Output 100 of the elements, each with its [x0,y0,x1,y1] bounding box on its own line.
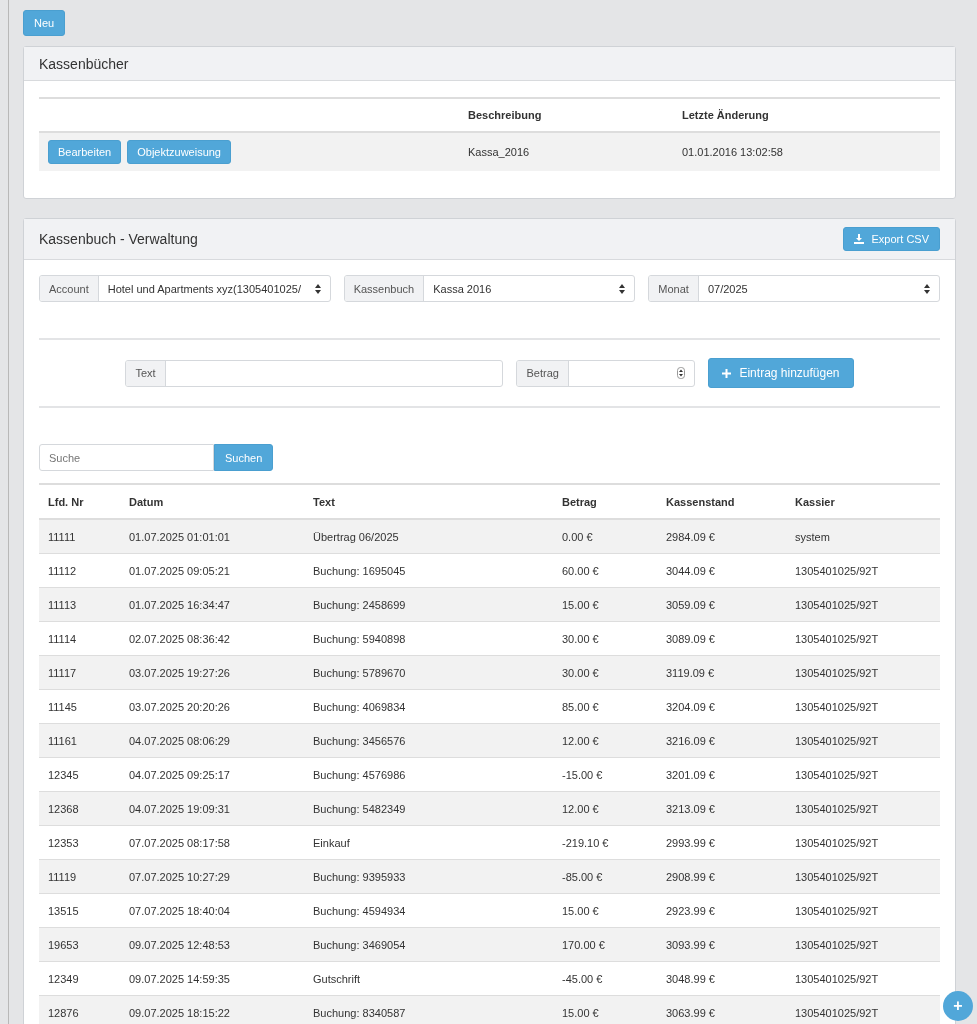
table-cell-text: 01.01.2016 13:02:58 [681,146,784,158]
table-cell-text: 04.07.2025 19:09:31 [128,802,231,815]
select-field[interactable]: Kassenbuch Kassa 2016 [343,275,636,302]
table-cell-text: 3044.09 € [665,564,716,577]
table-cell-text: 3216.09 € [665,734,716,747]
table-cell-text: 2993.99 € [665,836,716,849]
table-cell-text: 3063.99 € [665,1006,716,1019]
table-cell-text: 3089.09 € [665,632,716,645]
table-cell-text: 15.00 € [561,1006,600,1019]
table-cell-text: Buchung: 3456576 [312,734,407,747]
table-cell-text: 3048.99 € [665,972,716,985]
table-cell-text: Buchung: 5940898 [312,632,407,645]
table-cell-text: 1305401025/92T [794,768,880,781]
table-cell-text: Übertrag 06/2025 [312,530,400,543]
search-field[interactable]: Suche [39,444,214,471]
table-cell-text: 1305401025/92T [794,734,880,747]
table-cell-text: 3119.09 € [665,666,716,679]
updown-icon [924,283,930,294]
table-cell-text: Gutschrift [312,972,362,985]
updown-icon [314,283,321,294]
select-field[interactable]: Monat 07/2025 [648,275,940,302]
table-cell-text: 3059.09 € [665,598,716,611]
column-header: Datum [128,495,165,508]
select-field[interactable]: Account Hotel und Apartments xyz(1305401025/ [39,275,331,302]
action-button[interactable]: Bearbeiten [48,140,122,164]
table-cell-text: 01.07.2025 01:01:01 [128,530,231,543]
spinner-icon [677,367,686,379]
table-cell-text: Buchung: 3469054 [312,938,407,951]
table-cell-text: 3201.09 € [665,768,716,781]
table-cell-text: 2908.99 € [665,870,716,883]
table-cell-text: 1305401025/92T [794,700,880,713]
add-entry-button[interactable]: Eintrag hinzufügen [708,358,854,388]
panel-title: Kassenbuch - Verwaltung [39,231,198,247]
table-cell-text: 12876 [47,1006,80,1019]
table-cell-text: 04.07.2025 09:25:17 [128,768,231,781]
table-cell-text: 30.00 € [561,632,600,645]
table-cell-text: 01.07.2025 16:34:47 [128,598,231,611]
table-cell-text: 07.07.2025 10:27:29 [128,870,231,883]
new-button[interactable]: Neu [23,10,66,36]
table-cell-text: -85.00 € [561,870,604,883]
table-cell-text: 12.00 € [561,734,600,747]
table-cell-text: 07.07.2025 18:40:04 [128,904,231,917]
column-header: Letzte Änderung [681,109,770,121]
table-cell-text: 03.07.2025 19:27:26 [128,666,231,679]
table-cell-text: Buchung: 9395933 [312,870,407,883]
table-cell-text: Kassa_2016 [467,146,531,158]
table-cell-text: -45.00 € [561,972,604,985]
table-cell-text: 1305401025/92T [794,972,880,985]
table-cell-text: Buchung: 5482349 [312,802,407,815]
table-cell-text: 1305401025/92T [794,904,880,917]
column-header: Kassenstand [665,495,736,508]
table-cell-text: 13515 [47,904,80,917]
table-cell-text: 11114 [47,632,78,645]
plus-icon [722,368,732,378]
action-button[interactable]: Objektzuweisung [127,140,231,164]
table-cell-text: Buchung: 1695045 [312,564,407,577]
table-cell-text: 01.07.2025 09:05:21 [128,564,231,577]
table-cell-text: 11112 [47,564,78,577]
text-field[interactable]: Text [125,359,504,387]
table-cell-text: Buchung: 5789670 [312,666,407,679]
column-header: Betrag [561,495,598,508]
table-cell-text: 02.07.2025 08:36:42 [128,632,231,645]
table-cell-text: 30.00 € [561,666,600,679]
table-cell-text: 3093.99 € [665,938,716,951]
table-cell-text: 09.07.2025 18:15:22 [128,1006,231,1019]
table-cell-text: 15.00 € [561,904,600,917]
table-cell-text: -15.00 € [561,768,604,781]
table-cell-text: 1305401025/92T [794,666,880,679]
table-cell-text: 11111 [47,530,77,543]
table-cell-text: 1305401025/92T [794,938,880,951]
table-cell-text: 12368 [47,802,80,815]
table-cell-text: 11161 [47,734,78,747]
table-cell-text: 11117 [47,666,78,679]
add-button[interactable]: + [943,991,973,1021]
table-cell-text: 85.00 € [561,700,600,713]
table-cell-text: 1305401025/92T [794,836,880,849]
table-cell-text: 1305401025/92T [794,870,880,883]
column-header: Text [312,495,336,508]
table-cell-text: 2923.99 € [665,904,716,917]
search-button[interactable]: Suchen [214,444,274,471]
table-cell-text: 07.07.2025 08:17:58 [128,836,231,849]
table-cell-text: Einkauf [312,836,351,849]
amount-field[interactable]: Betrag [516,359,696,387]
table-cell-text: Buchung: 4069834 [312,700,407,713]
table-cell-text: Buchung: 2458699 [312,598,407,611]
table-cell-text: -219.10 € [561,836,610,849]
table-cell-text: system [794,530,831,543]
table-cell-text: 04.07.2025 08:06:29 [128,734,231,747]
table-cell-text: Buchung: 4594934 [312,904,407,917]
column-header: Kassier [794,495,836,508]
table-cell-text: 60.00 € [561,564,600,577]
table-cell-text: 3204.09 € [665,700,716,713]
table-cell-text: 1305401025/92T [794,802,880,815]
table-cell-text: 09.07.2025 14:59:35 [128,972,231,985]
table-cell-text: 1305401025/92T [794,564,880,577]
table-cell-text: 11119 [47,870,78,883]
export-button[interactable]: Export CSV [842,227,940,251]
table-cell-text: 11113 [47,598,78,611]
column-header: Beschreibung [467,109,543,121]
table-cell-text: 15.00 € [561,598,600,611]
